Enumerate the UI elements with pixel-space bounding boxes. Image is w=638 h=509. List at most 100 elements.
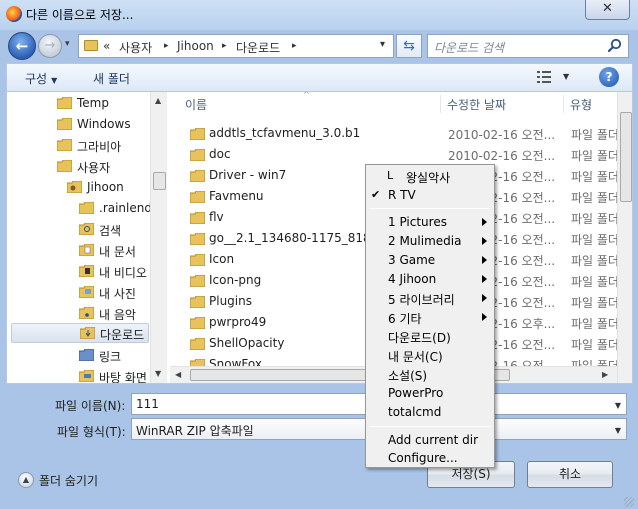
submenu-arrow-icon — [482, 313, 487, 321]
view-options-icon[interactable] — [537, 70, 551, 84]
scroll-up-icon[interactable]: ▲ — [155, 96, 161, 105]
view-dropdown-icon[interactable]: ▼ — [563, 72, 569, 81]
folder-icon — [190, 149, 205, 161]
sort-ascending-icon: ^ — [303, 92, 310, 99]
menu-item-totalcmd[interactable]: totalcmd — [368, 403, 492, 422]
menu-separator — [370, 208, 490, 209]
tree-item-videos[interactable]: 내 비디오 — [79, 262, 149, 282]
window-title: 다른 이름으로 저장... — [26, 8, 134, 22]
tree-item-pictures[interactable]: 내 사진 — [79, 283, 149, 303]
folder-icon — [190, 317, 205, 329]
scrollbar-thumb[interactable] — [620, 112, 632, 202]
column-divider[interactable] — [440, 95, 441, 113]
file-type: 파일 폴더 — [571, 296, 617, 310]
tree-item-links[interactable]: 링크 — [79, 346, 149, 366]
tree-scrollbar[interactable]: ▲ ▼ — [150, 92, 167, 383]
tree-item-rainlendar[interactable]: .rainlenda — [79, 199, 159, 219]
file-date: 2010-02-16 오전... — [448, 128, 556, 142]
table-row[interactable]: doc 2010-02-16 오전... 파일 폴더 — [170, 145, 617, 165]
file-type: 파일 폴더 — [571, 275, 617, 289]
breadcrumb-overflow[interactable]: « — [103, 39, 110, 53]
folder-icon — [57, 160, 72, 172]
menu-item-multimedia[interactable]: 2 Mulimedia — [368, 232, 492, 251]
menu-item-royal[interactable]: L 왕실악사 — [368, 167, 492, 186]
tree-item-label: 사용자 — [77, 161, 111, 175]
menu-item-downloads[interactable]: 다운로드(D) — [368, 327, 492, 346]
navigation-tree: Temp Windows 그라비아 사용자 Jihoon .rainlenda … — [7, 92, 167, 383]
menu-item-pictures[interactable]: 1 Pictures — [368, 213, 492, 232]
menu-item-documents[interactable]: 내 문서(C) — [368, 346, 492, 365]
tree-item-downloads[interactable]: 다운로드 — [11, 323, 149, 343]
tree-item-searches[interactable]: 검색 — [79, 220, 149, 240]
close-button[interactable]: ✕ — [585, 0, 630, 20]
menu-item-label: 2 Mulimedia — [388, 234, 462, 248]
forward-button[interactable]: → — [38, 34, 62, 58]
menu-item-label: Add current dir — [388, 433, 479, 447]
back-button[interactable]: ← — [8, 32, 36, 60]
breadcrumb-jihoon[interactable]: Jihoon — [177, 39, 214, 53]
menu-item-jihoon[interactable]: 4 Jihoon — [368, 270, 492, 289]
menu-item-label: 4 Jihoon — [388, 272, 437, 286]
column-divider[interactable] — [563, 95, 564, 113]
file-name: go__2.1_134680-1175_818 — [209, 231, 371, 245]
folder-icon — [84, 40, 98, 51]
table-row[interactable]: addtls_tcfavmenu_3.0.b1 2010-02-16 오전...… — [170, 124, 617, 144]
menu-item-game[interactable]: 3 Game — [368, 251, 492, 270]
menu-item-configure[interactable]: Configure... — [368, 449, 492, 468]
refresh-button[interactable]: ⇆ — [396, 34, 422, 58]
tree-item-windows[interactable]: Windows — [57, 115, 147, 135]
menu-item-etc[interactable]: 6 기타 — [368, 308, 492, 327]
tree-item-label: 검색 — [99, 224, 122, 238]
tree-item-desktop[interactable]: 바탕 화면 — [79, 367, 149, 383]
chevron-down-icon[interactable]: ▼ — [615, 426, 621, 435]
scroll-left-icon[interactable]: ◀ — [175, 370, 181, 379]
submenu-arrow-icon — [482, 275, 487, 283]
breadcrumb-users[interactable]: 사용자 — [119, 39, 152, 56]
file-list-scrollbar[interactable] — [617, 92, 632, 383]
search-input[interactable]: 다운로드 검색 — [427, 34, 629, 58]
column-header-date[interactable]: 수정한 날짜 — [447, 96, 506, 113]
address-dropdown-icon[interactable]: ▾ — [380, 39, 385, 50]
chevron-down-icon[interactable]: ▼ — [615, 401, 621, 410]
column-header-type[interactable]: 유형 — [570, 96, 592, 113]
breadcrumb-separator-icon[interactable]: ▸ — [164, 41, 169, 51]
tree-item-documents[interactable]: 내 문서 — [79, 241, 149, 261]
tree-item-jihoon[interactable]: Jihoon — [67, 178, 147, 198]
organize-button[interactable]: 구성 ▼ — [25, 70, 57, 87]
cancel-button[interactable]: 취소 — [527, 461, 613, 488]
tree-item-label: Jihoon — [87, 180, 124, 194]
tree-item-temp[interactable]: Temp — [57, 94, 147, 114]
scroll-right-icon[interactable]: ▶ — [602, 370, 608, 379]
tree-item-users[interactable]: 사용자 — [57, 157, 147, 177]
new-folder-button[interactable]: 새 폴더 — [93, 70, 130, 87]
filename-label: 파일 이름(N): — [55, 399, 126, 413]
menu-item-library[interactable]: 5 라이브러리 — [368, 289, 492, 308]
breadcrumb-separator-icon[interactable]: ▸ — [292, 41, 297, 51]
menu-item-novel[interactable]: 소설(S) — [368, 365, 492, 384]
chevron-down-icon: ▼ — [51, 76, 58, 85]
menu-item-add-current-dir[interactable]: Add current dir — [368, 431, 492, 450]
links-folder-icon — [79, 349, 94, 361]
scrollbar-thumb[interactable] — [153, 172, 166, 190]
tree-item-gravia[interactable]: 그라비아 — [57, 136, 147, 156]
menu-item-powerpro[interactable]: PowerPro — [368, 384, 492, 403]
tree-item-music[interactable]: 내 음악 — [79, 304, 149, 324]
menu-item-label: totalcmd — [388, 405, 442, 419]
scroll-down-icon[interactable]: ▼ — [155, 369, 161, 378]
breadcrumb-downloads[interactable]: 다운로드 — [236, 39, 280, 56]
menu-item-label: 소설(S) — [388, 369, 428, 383]
tree-item-label: 바탕 화면 — [99, 371, 147, 383]
help-button[interactable]: ? — [599, 67, 619, 87]
breadcrumb-separator-icon[interactable]: ▸ — [222, 41, 227, 51]
column-header-name[interactable]: 이름 — [185, 96, 207, 113]
firefox-icon — [6, 6, 22, 22]
menu-item-tv[interactable]: ✔ R TV — [368, 186, 492, 205]
menu-item-label: PowerPro — [388, 386, 444, 400]
resize-grip[interactable] — [624, 497, 634, 507]
address-bar[interactable]: « 사용자 ▸ Jihoon ▸ 다운로드 ▸ ▾ — [78, 34, 394, 58]
tree-item-label: Temp — [77, 96, 109, 110]
search-icon[interactable] — [607, 38, 623, 54]
file-name: ShellOpacity — [209, 336, 285, 350]
recent-pages-dropdown[interactable]: ▾ — [65, 39, 70, 49]
filename-value: 111 — [136, 397, 159, 411]
